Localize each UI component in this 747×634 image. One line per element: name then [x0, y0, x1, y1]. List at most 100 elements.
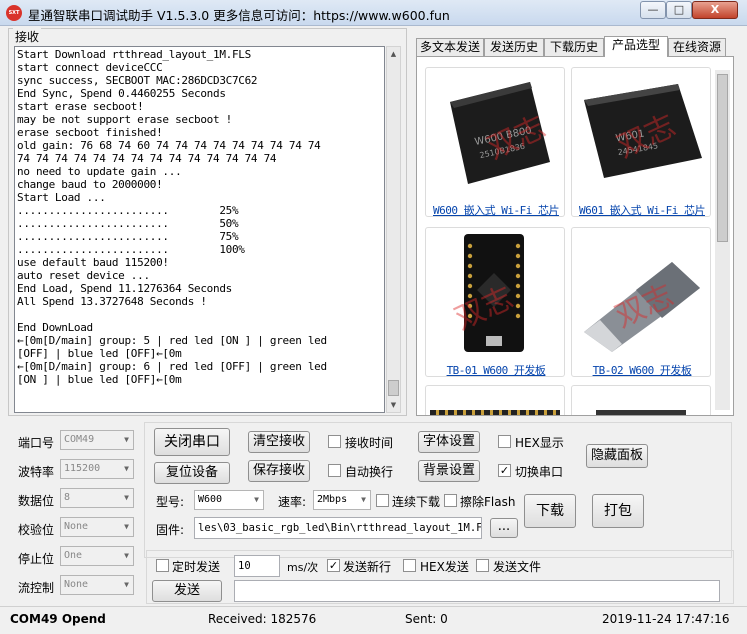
- erase-flash-label: 擦除Flash: [460, 495, 516, 509]
- package-button[interactable]: 打包: [592, 494, 644, 528]
- hex-send-label: HEX发送: [420, 560, 469, 574]
- product-card[interactable]: W600 B800 2510B1836 双志 W600 嵌入式 Wi-Fi 芯片: [425, 67, 565, 217]
- background-settings-button[interactable]: 背景设置: [418, 460, 480, 482]
- close-port-button[interactable]: 关闭串口: [154, 428, 230, 456]
- product-card[interactable]: [571, 385, 711, 415]
- chevron-down-icon: ▼: [124, 580, 129, 589]
- close-button[interactable]: X: [692, 1, 738, 19]
- close-icon: X: [710, 3, 720, 16]
- receive-log: Start Download rtthread_layout_1M.FLS st…: [17, 48, 327, 386]
- chevron-down-icon: ▼: [124, 551, 129, 560]
- product-card[interactable]: W601 24541845 双志 W601 嵌入式 Wi-Fi 芯片: [571, 67, 711, 217]
- font-settings-button[interactable]: 字体设置: [418, 431, 480, 453]
- clear-receive-button[interactable]: 清空接收: [248, 431, 310, 453]
- product-card[interactable]: 双志 TB-01 W600 开发板: [425, 227, 565, 377]
- minimize-icon: —: [647, 3, 659, 16]
- tab-multi-send[interactable]: 多文本发送: [416, 38, 484, 56]
- reset-device-button[interactable]: 复位设备: [154, 462, 230, 484]
- scroll-thumb[interactable]: [388, 380, 399, 396]
- stopbits-select[interactable]: One ▼: [60, 546, 134, 566]
- recv-time-label: 接收时间: [345, 436, 394, 450]
- product-image: W600 B800 2510B1836 双志: [430, 72, 560, 192]
- timed-send-label: 定时发送: [172, 560, 221, 574]
- send-file-checkbox[interactable]: [476, 559, 489, 572]
- send-button[interactable]: 发送: [152, 580, 222, 602]
- model-select[interactable]: W600 ▼: [194, 490, 264, 510]
- baud-label: 波特率: [18, 465, 55, 479]
- product-link[interactable]: TB-01 W600 开发板: [426, 362, 566, 378]
- auto-newline-checkbox[interactable]: [328, 464, 341, 477]
- hex-display-label: HEX显示: [515, 436, 564, 450]
- tab-product-selection[interactable]: 产品选型: [604, 36, 668, 57]
- product-panel: W600 B800 2510B1836 双志 W600 嵌入式 Wi-Fi 芯片…: [416, 56, 734, 416]
- interval-input[interactable]: 10: [234, 555, 280, 577]
- stopbits-label: 停止位: [18, 552, 55, 566]
- product-link[interactable]: TB-02 W600 开发板: [572, 362, 712, 378]
- receive-textarea[interactable]: Start Download rtthread_layout_1M.FLS st…: [14, 46, 385, 413]
- chevron-down-icon: ▼: [124, 493, 129, 502]
- hex-send-checkbox[interactable]: [403, 559, 416, 572]
- chevron-down-icon: ▼: [361, 495, 366, 504]
- product-card[interactable]: 双志 TB-02 W600 开发板: [571, 227, 711, 377]
- app-logo-icon: SXT: [6, 5, 22, 21]
- auto-newline-label: 自动换行: [345, 465, 394, 479]
- maximize-icon: □: [673, 3, 685, 16]
- product-image: [430, 410, 560, 415]
- parity-label: 校验位: [18, 523, 55, 537]
- chevron-down-icon: ▼: [124, 435, 129, 444]
- window-title: 星通智联串口调试助手 V1.5.3.0 更多信息可访问：https://www.…: [28, 8, 450, 23]
- tab-send-history[interactable]: 发送历史: [484, 38, 544, 56]
- download-button[interactable]: 下载: [524, 494, 576, 528]
- browse-button[interactable]: ...: [490, 518, 518, 538]
- scroll-up-icon[interactable]: ▲: [387, 47, 400, 61]
- firmware-path-field[interactable]: les\03_basic_rgb_led\Bin\rtthread_layout…: [194, 517, 482, 539]
- switch-port-label: 切换串口: [515, 465, 564, 479]
- switch-port-checkbox[interactable]: ✓: [498, 464, 511, 477]
- hide-panel-button[interactable]: 隐藏面板: [586, 444, 648, 468]
- product-image: [596, 410, 686, 415]
- scroll-thumb[interactable]: [717, 74, 728, 242]
- model-label: 型号:: [156, 495, 185, 509]
- chevron-down-icon: ▼: [124, 464, 129, 473]
- recv-time-checkbox[interactable]: [328, 435, 341, 448]
- minimize-button[interactable]: —: [640, 1, 666, 19]
- product-scrollbar[interactable]: [715, 70, 730, 410]
- port-status: COM49 Opend: [10, 612, 106, 626]
- rate-label: 速率:: [278, 495, 307, 509]
- tab-download-history[interactable]: 下载历史: [544, 38, 604, 56]
- timed-send-checkbox[interactable]: [156, 559, 169, 572]
- rate-select[interactable]: 2Mbps ▼: [313, 490, 371, 510]
- title-bar: SXT 星通智联串口调试助手 V1.5.3.0 更多信息可访问：https://…: [0, 0, 747, 26]
- send-newline-checkbox[interactable]: ✓: [327, 559, 340, 572]
- receive-label: 接收: [13, 28, 42, 45]
- status-bar: COM49 Opend Received: 182576 Sent: 0 201…: [0, 606, 747, 634]
- flow-label: 流控制: [18, 581, 55, 595]
- continuous-download-label: 连续下载: [392, 495, 441, 509]
- receive-scrollbar[interactable]: ▲ ▼: [386, 46, 401, 413]
- product-image: 双志: [430, 232, 560, 352]
- product-image: 双志: [576, 232, 706, 352]
- product-link[interactable]: W600 嵌入式 Wi-Fi 芯片: [426, 202, 566, 218]
- continuous-download-checkbox[interactable]: [376, 494, 389, 507]
- maximize-button[interactable]: □: [666, 1, 692, 19]
- port-select[interactable]: COM49 ▼: [60, 430, 134, 450]
- product-image: W601 24541845 双志: [576, 72, 706, 192]
- firmware-label: 固件:: [156, 523, 185, 537]
- interval-unit: ms/次: [287, 561, 319, 574]
- databits-select[interactable]: 8 ▼: [60, 488, 134, 508]
- baud-select[interactable]: 115200 ▼: [60, 459, 134, 479]
- product-link[interactable]: W601 嵌入式 Wi-Fi 芯片: [572, 202, 712, 218]
- sent-count: Sent: 0: [405, 612, 448, 626]
- received-count: Received: 182576: [208, 612, 317, 626]
- product-card[interactable]: [425, 385, 565, 415]
- save-receive-button[interactable]: 保存接收: [248, 460, 310, 482]
- tab-online-resources[interactable]: 在线资源: [668, 38, 726, 56]
- erase-flash-checkbox[interactable]: [444, 494, 457, 507]
- scroll-down-icon[interactable]: ▼: [387, 398, 400, 412]
- parity-select[interactable]: None ▼: [60, 517, 134, 537]
- flow-select[interactable]: None ▼: [60, 575, 134, 595]
- send-file-label: 发送文件: [493, 560, 542, 574]
- send-input[interactable]: [234, 580, 720, 602]
- chevron-down-icon: ▼: [254, 495, 259, 504]
- hex-display-checkbox[interactable]: [498, 435, 511, 448]
